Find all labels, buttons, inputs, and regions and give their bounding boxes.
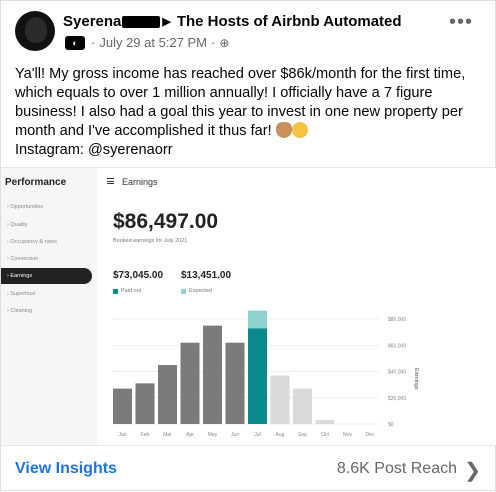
sidebar-item-superhost: › Superhost	[7, 291, 36, 297]
view-insights-link[interactable]: View Insights	[15, 460, 117, 478]
bar-jul	[248, 328, 267, 424]
x-tick-label: Dec	[366, 432, 375, 438]
bar-oct	[315, 420, 335, 424]
x-tick-label: Apr	[186, 432, 194, 438]
earnings-bar-chart: $80,000 $60,000 $40,000 $20,000 $0 Earnings Ja…	[113, 310, 419, 438]
expected-swatch	[181, 288, 186, 294]
sidebar-item-earnings: › Earnings	[1, 268, 92, 284]
bar-aug	[270, 375, 290, 424]
post-meta: ◐ · July 29 at 5:27 PM · ⊕	[65, 35, 229, 50]
paid-legend: Paid out	[113, 288, 141, 294]
group-name[interactable]: The Hosts of Airbnb Automated	[177, 13, 402, 30]
flexed-biceps-emoji-icon	[275, 122, 292, 138]
meta-separator: ·	[91, 35, 96, 50]
x-tick-label: Aug	[276, 432, 285, 438]
expected-legend: Expected	[181, 288, 212, 294]
bar-expected-jul	[248, 310, 267, 329]
post-body: Ya'll! My gross income has reached over …	[15, 65, 485, 160]
author-name[interactable]: Syerena	[63, 13, 121, 30]
sidebar-item-quality: › Quality	[7, 222, 28, 228]
post-footer: View Insights 8.6K Post Reach ❯	[1, 445, 496, 492]
y-tick-label: $80,000	[388, 317, 406, 323]
facebook-post: Syerena ▶ The Hosts of Airbnb Automated …	[0, 0, 496, 491]
bar-jun	[225, 342, 245, 424]
panel-title: Earnings	[107, 177, 158, 187]
earnings-subtitle: Booked earnings for July 2021	[113, 238, 188, 244]
x-tick-label: Oct	[321, 432, 329, 438]
expected-amount: $13,451.00	[181, 270, 232, 281]
paid-swatch	[113, 288, 118, 294]
globe-icon: ⊕	[219, 35, 230, 50]
x-tick-label: Jan	[118, 432, 126, 438]
y-axis-label: Earnings	[413, 368, 419, 390]
astonished-face-emoji-icon	[291, 122, 308, 138]
bar-sep	[293, 388, 312, 424]
bar-may	[203, 325, 222, 424]
sidebar-item-occupancy: › Occupancy & rates	[7, 239, 57, 245]
sidebar: Performance › Opportunities › Quality › …	[1, 168, 97, 445]
group-icon: ◐	[65, 35, 85, 50]
sidebar-item-cleaning: › Cleaning	[7, 308, 33, 314]
total-earnings: $86,497.00	[113, 210, 219, 233]
arrow-icon: ▶	[162, 16, 171, 28]
sidebar-item-conversion: › Conversion	[7, 256, 39, 262]
post-header-title: Syerena ▶ The Hosts of Airbnb Automated	[63, 13, 402, 30]
paid-amount: $73,045.00	[113, 270, 164, 281]
x-tick-label: Feb	[141, 432, 150, 438]
bar-jan	[113, 388, 132, 424]
y-tick-label: $60,000	[388, 343, 406, 349]
y-tick-label: $0	[388, 422, 394, 428]
post-date[interactable]: July 29 at 5:27 PM	[99, 35, 207, 50]
x-tick-label: Jul	[254, 432, 260, 438]
more-options-icon[interactable]: •••	[449, 12, 473, 32]
y-tick-label: $40,000	[388, 370, 406, 376]
post-text: Ya'll! My gross income has reached over …	[15, 66, 466, 139]
x-tick-label: Mar	[163, 432, 172, 438]
bar-apr	[180, 342, 200, 424]
redaction-bar	[122, 15, 161, 28]
bar-mar	[158, 365, 177, 424]
y-tick-label: $20,000	[388, 396, 406, 402]
earnings-panel: Earnings $86,497.00 Booked earnings for …	[97, 168, 496, 445]
sidebar-title: Performance	[5, 177, 67, 188]
earnings-screenshot[interactable]: Performance › Opportunities › Quality › …	[1, 167, 496, 445]
instagram-handle: Instagram: @syerenaorr	[15, 142, 173, 158]
x-tick-label: May	[208, 432, 218, 438]
menu-icon	[107, 178, 114, 184]
x-tick-label: Sep	[298, 432, 307, 438]
x-tick-label: Jun	[231, 432, 239, 438]
x-tick-label: Nov	[343, 432, 352, 438]
meta-separator: ·	[211, 35, 216, 50]
post-reach[interactable]: 8.6K Post Reach	[337, 460, 457, 478]
bar-feb	[135, 383, 155, 424]
avatar[interactable]	[15, 11, 55, 51]
sidebar-item-opportunities: › Opportunities	[7, 204, 44, 210]
chevron-right-icon[interactable]: ❯	[464, 458, 481, 483]
